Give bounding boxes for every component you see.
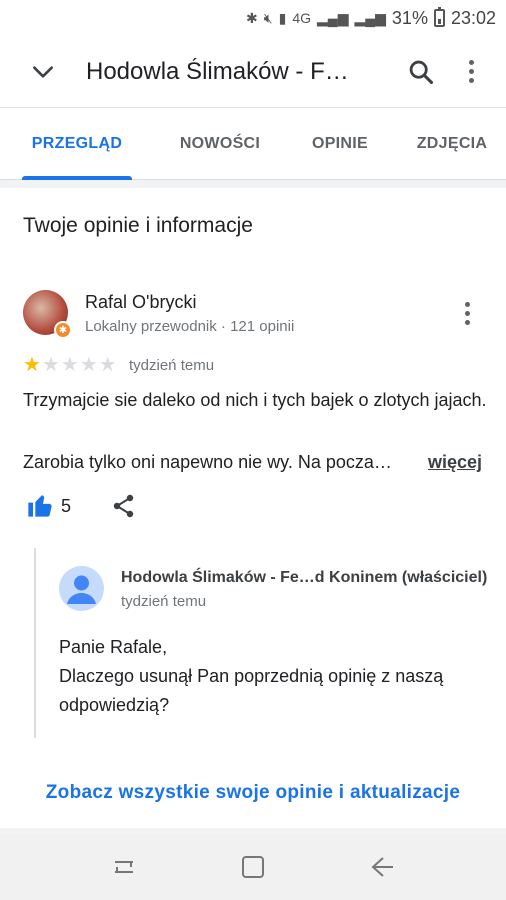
tab-bar: PRZEGLĄD NOWOŚCI OPINIE ZDJĘCIA (0, 108, 506, 180)
app-bar: Hodowla Ślimaków - F… (0, 36, 506, 108)
bluetooth-icon: ✱ (246, 9, 258, 26)
mute-icon: 🔇︎ (263, 9, 273, 26)
network-type: 4G (292, 10, 312, 26)
dot (464, 301, 470, 307)
see-all-reviews-link[interactable]: Zobacz wszystkie swoje opinie i aktualiz… (0, 782, 506, 804)
status-bar: ✱ 🔇︎ ▮ 4G ▂▄▆ ▂▄▆ 31% 23:02 (0, 0, 506, 36)
owner-name: Hodowla Ślimaków - Fe…d Koninem (właścic… (121, 569, 488, 586)
dot (468, 60, 474, 65)
home-icon[interactable] (233, 847, 273, 887)
back-arrow-icon[interactable] (362, 847, 402, 887)
tab-overview[interactable]: PRZEGLĄD (18, 108, 136, 180)
reviewer-meta: Lokalny przewodnik · 121 opinii (85, 318, 295, 335)
tab-reviews[interactable]: OPINIE (292, 108, 388, 180)
star-icon: ★ (98, 354, 117, 376)
thumbs-up-icon[interactable] (26, 491, 54, 519)
star-icon: ★ (41, 354, 60, 376)
dot (464, 319, 470, 325)
divider (0, 180, 506, 188)
owner-reply-date: tydzień temu (121, 593, 207, 610)
like-count: 5 (61, 496, 72, 516)
system-nav-bar (0, 834, 506, 900)
owner-reply-line: Dlaczego usunął Pan poprzednią opinię z … (59, 666, 444, 715)
battery-icon (433, 7, 445, 27)
signal-icon-2: ▂▄▆ (354, 9, 386, 26)
owner-reply-line: Panie Rafale, (59, 637, 168, 657)
owner-reply-text: Panie Rafale, Dlaczego usunął Pan poprze… (59, 633, 479, 720)
section-title: Twoje opinie i informacje (23, 214, 253, 237)
review-text-continued: Zarobia tylko oni napewno nie wy. Na poc… (23, 452, 392, 472)
more-link[interactable]: więcej (428, 448, 482, 477)
signal-icon: ▂▄▆ (317, 9, 349, 26)
clock: 23:02 (450, 7, 496, 28)
star-icon: ★ (23, 354, 41, 376)
star-icon: ★ (60, 354, 79, 376)
avatar[interactable]: ✱ (23, 290, 72, 339)
page-title: Hodowla Ślimaków - F… (86, 57, 349, 85)
dot (468, 69, 474, 74)
review-text: Trzymajcie sie daleko od nich i tych baj… (23, 390, 487, 410)
star-icon: ★ (79, 354, 98, 376)
battery-percent: 31% (391, 7, 428, 28)
tab-updates[interactable]: NOWOŚCI (154, 108, 286, 180)
chevron-down-icon[interactable] (0, 36, 86, 108)
review-menu-button[interactable] (452, 298, 482, 328)
local-guide-badge-icon: ✱ (54, 321, 72, 339)
tab-photos[interactable]: ZDJĘCIA (402, 108, 502, 180)
reviewer-name[interactable]: Rafal O'brycki (85, 292, 196, 313)
share-icon[interactable] (112, 493, 136, 519)
search-icon[interactable] (396, 36, 446, 108)
dot (468, 78, 474, 83)
star-rating: ★ ★ ★ ★ ★ (23, 354, 117, 376)
more-vert-icon[interactable] (446, 36, 496, 108)
review-date: tydzień temu (129, 357, 215, 374)
recent-apps-icon[interactable] (104, 847, 144, 887)
sim-icon: ▮ (278, 9, 287, 26)
owner-avatar (59, 566, 104, 611)
dot (464, 310, 470, 316)
